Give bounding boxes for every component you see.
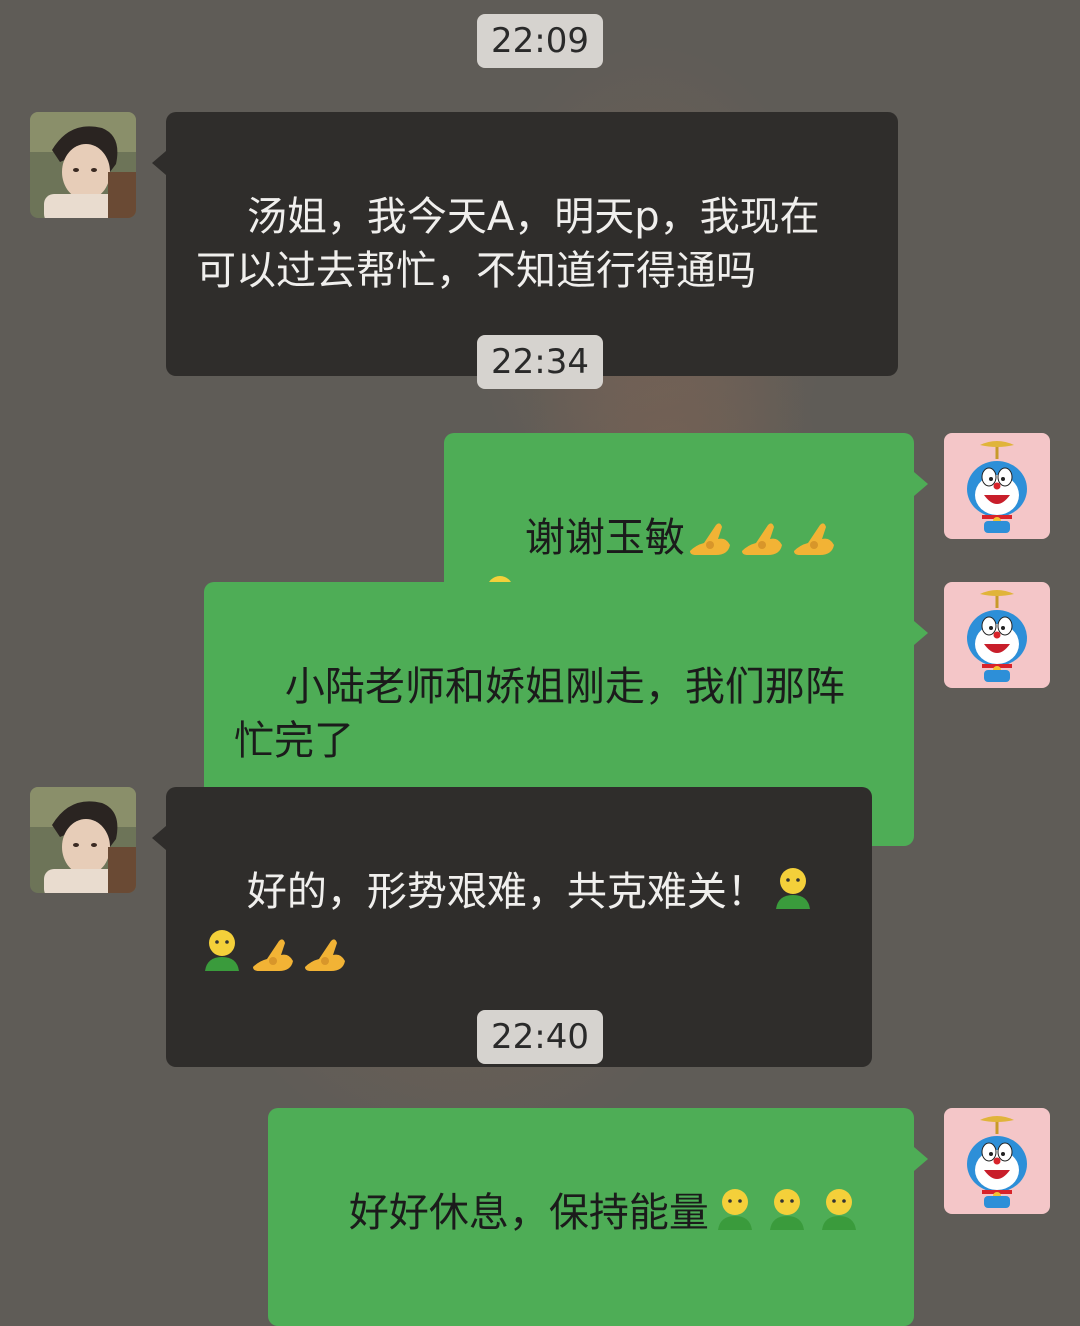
person-photo-avatar-icon (30, 787, 136, 893)
ok-hand-emoji-icon (738, 515, 788, 573)
timestamp: 22:40 (477, 1010, 603, 1064)
bubble-tail (152, 151, 166, 175)
doraemon-avatar-icon (967, 1116, 1027, 1208)
timestamp: 22:34 (477, 335, 603, 389)
chat-area[interactable]: 22:09 汤姐，我今天A，明天p，我现在 可以过去帮忙，不知道行得通吗 22:… (0, 0, 1080, 1326)
message-bubble-outgoing[interactable]: 好好休息，保持能量 (268, 1108, 914, 1326)
bubble-tail (914, 1147, 928, 1171)
message-text: 小陆老师和娇姐刚走，我们那阵 忙完了 (234, 664, 845, 764)
message-text: 好的，形势艰难，共克难关！ (246, 869, 767, 915)
doraemon-avatar-icon (967, 590, 1027, 682)
contact-avatar[interactable] (30, 787, 136, 893)
bubble-tail (152, 826, 166, 850)
ok-hand-emoji-icon (301, 931, 351, 989)
green-person-emoji-icon (762, 1186, 812, 1248)
green-person-emoji-icon (197, 927, 247, 989)
green-person-emoji-icon (768, 865, 818, 927)
own-avatar[interactable] (944, 1108, 1050, 1214)
message-text: 汤姐，我今天A，明天p，我现在 可以过去帮忙，不知道行得通吗 (196, 194, 820, 294)
ok-hand-emoji-icon (790, 515, 840, 573)
message-text: 好好休息，保持能量 (348, 1190, 709, 1236)
own-avatar[interactable] (944, 433, 1050, 539)
bubble-tail (914, 472, 928, 496)
message-text: 谢谢玉敏 (524, 515, 685, 561)
bubble-tail (914, 621, 928, 645)
green-person-emoji-icon (710, 1186, 760, 1248)
ok-hand-emoji-icon (249, 931, 299, 989)
timestamp: 22:09 (477, 14, 603, 68)
ok-hand-emoji-icon (686, 515, 736, 573)
person-photo-avatar-icon (30, 112, 136, 218)
contact-avatar[interactable] (30, 112, 136, 218)
own-avatar[interactable] (944, 582, 1050, 688)
doraemon-avatar-icon (967, 441, 1027, 533)
green-person-emoji-icon (814, 1186, 864, 1248)
